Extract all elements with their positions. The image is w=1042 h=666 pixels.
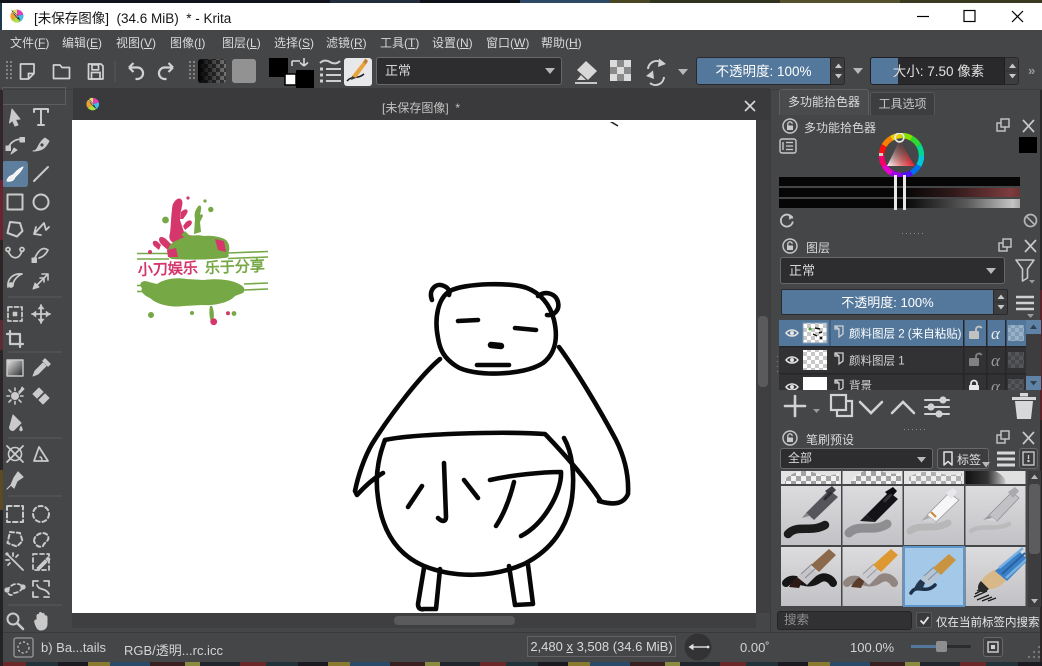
svg-text:α: α bbox=[991, 351, 1001, 370]
svg-text:α: α bbox=[991, 377, 1001, 390]
svg-text:α: α bbox=[991, 324, 1001, 343]
svg-text:颜料图层 2 (来自粘贴): 颜料图层 2 (来自粘贴) bbox=[849, 327, 962, 341]
svg-text:小刀娱乐: 小刀娱乐 bbox=[138, 259, 199, 279]
svg-text:乐于分享: 乐于分享 bbox=[205, 257, 266, 277]
svg-text:背景: 背景 bbox=[849, 379, 872, 391]
svg-text:颜料图层 1: 颜料图层 1 bbox=[849, 354, 905, 368]
